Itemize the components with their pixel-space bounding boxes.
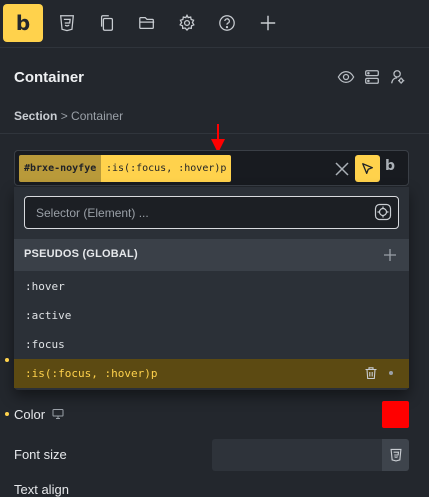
breadcrumb-parent[interactable]: Section xyxy=(14,109,57,123)
close-icon[interactable] xyxy=(333,160,351,178)
pseudo-group-label: PSEUDOS (GLOBAL) xyxy=(24,248,138,260)
trash-icon[interactable] xyxy=(364,366,378,380)
help-icon[interactable] xyxy=(217,13,237,33)
cursor-icon xyxy=(361,162,373,174)
folder-icon[interactable] xyxy=(137,13,157,33)
target-icon[interactable] xyxy=(374,203,392,221)
mode-badge[interactable]: b xyxy=(385,158,395,174)
selector-id-chip[interactable]: #brxe-noyfye xyxy=(19,155,102,182)
element-picker-button[interactable] xyxy=(355,155,380,182)
pseudo-item-is-focus-hover[interactable]: :is(:focus, :hover)p xyxy=(14,359,409,388)
pseudo-item-hover[interactable]: :hover xyxy=(14,272,409,301)
breadcrumb-separator: > xyxy=(60,109,68,123)
eye-icon[interactable] xyxy=(337,68,355,86)
color-label: Color xyxy=(14,407,46,422)
copy-icon[interactable] xyxy=(97,13,117,33)
plus-icon[interactable] xyxy=(258,13,278,33)
modified-indicator xyxy=(5,412,9,416)
item-options-dot[interactable] xyxy=(389,371,393,375)
monitor-icon xyxy=(52,409,64,419)
breadcrumb: Section > Container xyxy=(14,109,123,123)
font-size-input[interactable] xyxy=(212,439,382,471)
css3-icon[interactable] xyxy=(382,439,409,471)
font-size-label: Font size xyxy=(14,447,67,462)
pseudo-item-focus[interactable]: :focus xyxy=(14,330,409,359)
layout-icon[interactable] xyxy=(363,68,381,86)
panel-title: Container xyxy=(14,69,85,86)
user-settings-icon[interactable] xyxy=(389,68,407,86)
plus-icon[interactable] xyxy=(383,248,397,262)
css3-icon[interactable] xyxy=(57,13,77,33)
builder-logo-button[interactable]: b xyxy=(3,4,43,42)
pseudo-item-active[interactable]: :active xyxy=(14,301,409,330)
selector-pseudo-chip[interactable]: :is(:focus, :hover)p xyxy=(101,155,232,182)
modified-indicator xyxy=(5,358,9,362)
color-swatch[interactable] xyxy=(382,401,409,428)
gear-icon[interactable] xyxy=(177,13,197,33)
breadcrumb-current: Container xyxy=(71,109,124,123)
selector-search-input[interactable] xyxy=(24,196,399,229)
